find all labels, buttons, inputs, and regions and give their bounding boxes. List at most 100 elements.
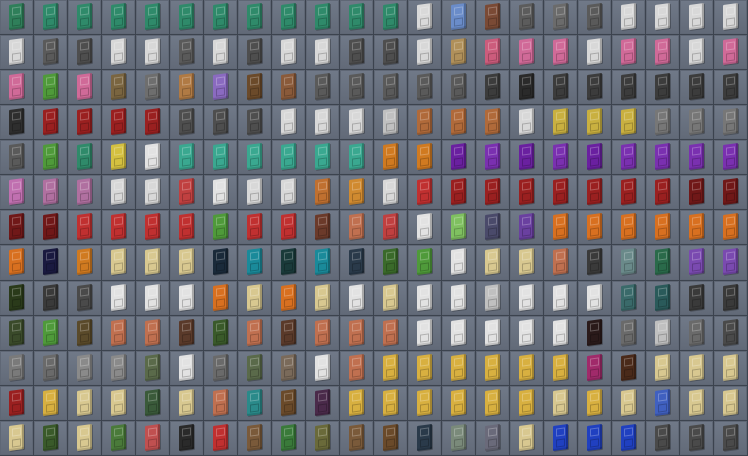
inventory-slot[interactable] [646,280,680,316]
inventory-slot[interactable] [238,210,272,246]
inventory-slot[interactable] [170,350,204,386]
inventory-slot[interactable] [476,315,510,351]
inventory-slot[interactable] [68,140,102,176]
inventory-slot[interactable] [272,350,306,386]
inventory-slot[interactable] [714,385,748,421]
inventory-slot[interactable] [374,140,408,176]
inventory-slot[interactable] [0,385,34,421]
inventory-slot[interactable] [0,245,34,281]
inventory-slot[interactable] [544,280,578,316]
inventory-slot[interactable] [714,175,748,211]
inventory-slot[interactable] [680,315,714,351]
inventory-slot[interactable] [170,245,204,281]
inventory-slot[interactable] [476,35,510,71]
inventory-slot[interactable] [0,105,34,141]
inventory-slot[interactable] [408,245,442,281]
inventory-slot[interactable] [544,315,578,351]
inventory-slot[interactable] [170,70,204,106]
inventory-slot[interactable] [612,35,646,71]
inventory-slot[interactable] [204,245,238,281]
inventory-slot[interactable] [102,35,136,71]
inventory-slot[interactable] [374,0,408,36]
inventory-slot[interactable] [578,350,612,386]
inventory-slot[interactable] [408,420,442,456]
inventory-slot[interactable] [442,35,476,71]
inventory-slot[interactable] [442,245,476,281]
inventory-slot[interactable] [272,385,306,421]
inventory-slot[interactable] [510,420,544,456]
inventory-slot[interactable] [544,350,578,386]
inventory-slot[interactable] [408,0,442,36]
inventory-slot[interactable] [510,315,544,351]
inventory-slot[interactable] [680,175,714,211]
inventory-slot[interactable] [408,140,442,176]
inventory-slot[interactable] [578,385,612,421]
inventory-slot[interactable] [510,245,544,281]
inventory-slot[interactable] [442,280,476,316]
inventory-slot[interactable] [136,280,170,316]
inventory-slot[interactable] [136,70,170,106]
inventory-slot[interactable] [476,245,510,281]
inventory-slot[interactable] [170,175,204,211]
inventory-slot[interactable] [646,35,680,71]
inventory-slot[interactable] [510,385,544,421]
inventory-slot[interactable] [442,140,476,176]
inventory-slot[interactable] [578,0,612,36]
inventory-slot[interactable] [714,105,748,141]
inventory-slot[interactable] [612,350,646,386]
inventory-slot[interactable] [680,105,714,141]
inventory-slot[interactable] [340,70,374,106]
inventory-slot[interactable] [136,315,170,351]
inventory-slot[interactable] [136,350,170,386]
inventory-slot[interactable] [544,385,578,421]
inventory-slot[interactable] [408,385,442,421]
inventory-slot[interactable] [272,0,306,36]
inventory-slot[interactable] [340,175,374,211]
inventory-slot[interactable] [34,315,68,351]
inventory-slot[interactable] [476,70,510,106]
inventory-slot[interactable] [102,210,136,246]
inventory-slot[interactable] [714,420,748,456]
inventory-slot[interactable] [646,385,680,421]
inventory-slot[interactable] [272,245,306,281]
inventory-slot[interactable] [34,420,68,456]
inventory-slot[interactable] [408,350,442,386]
inventory-slot[interactable] [170,420,204,456]
inventory-slot[interactable] [510,175,544,211]
inventory-slot[interactable] [306,315,340,351]
inventory-slot[interactable] [340,315,374,351]
inventory-slot[interactable] [578,280,612,316]
inventory-slot[interactable] [476,105,510,141]
inventory-slot[interactable] [238,105,272,141]
inventory-slot[interactable] [714,0,748,36]
inventory-slot[interactable] [204,350,238,386]
inventory-slot[interactable] [408,35,442,71]
inventory-slot[interactable] [680,140,714,176]
inventory-slot[interactable] [340,105,374,141]
inventory-slot[interactable] [476,350,510,386]
inventory-slot[interactable] [680,420,714,456]
inventory-slot[interactable] [102,315,136,351]
inventory-slot[interactable] [646,70,680,106]
inventory-slot[interactable] [646,175,680,211]
inventory-slot[interactable] [34,105,68,141]
inventory-slot[interactable] [34,70,68,106]
inventory-slot[interactable] [680,35,714,71]
inventory-slot[interactable] [306,140,340,176]
inventory-slot[interactable] [136,175,170,211]
inventory-slot[interactable] [272,105,306,141]
inventory-slot[interactable] [170,315,204,351]
inventory-slot[interactable] [204,420,238,456]
inventory-slot[interactable] [306,280,340,316]
inventory-slot[interactable] [34,140,68,176]
inventory-slot[interactable] [204,315,238,351]
inventory-slot[interactable] [544,175,578,211]
inventory-slot[interactable] [0,35,34,71]
inventory-slot[interactable] [34,35,68,71]
inventory-slot[interactable] [306,420,340,456]
inventory-slot[interactable] [374,350,408,386]
inventory-slot[interactable] [340,35,374,71]
inventory-slot[interactable] [442,70,476,106]
inventory-slot[interactable] [136,0,170,36]
inventory-slot[interactable] [646,0,680,36]
